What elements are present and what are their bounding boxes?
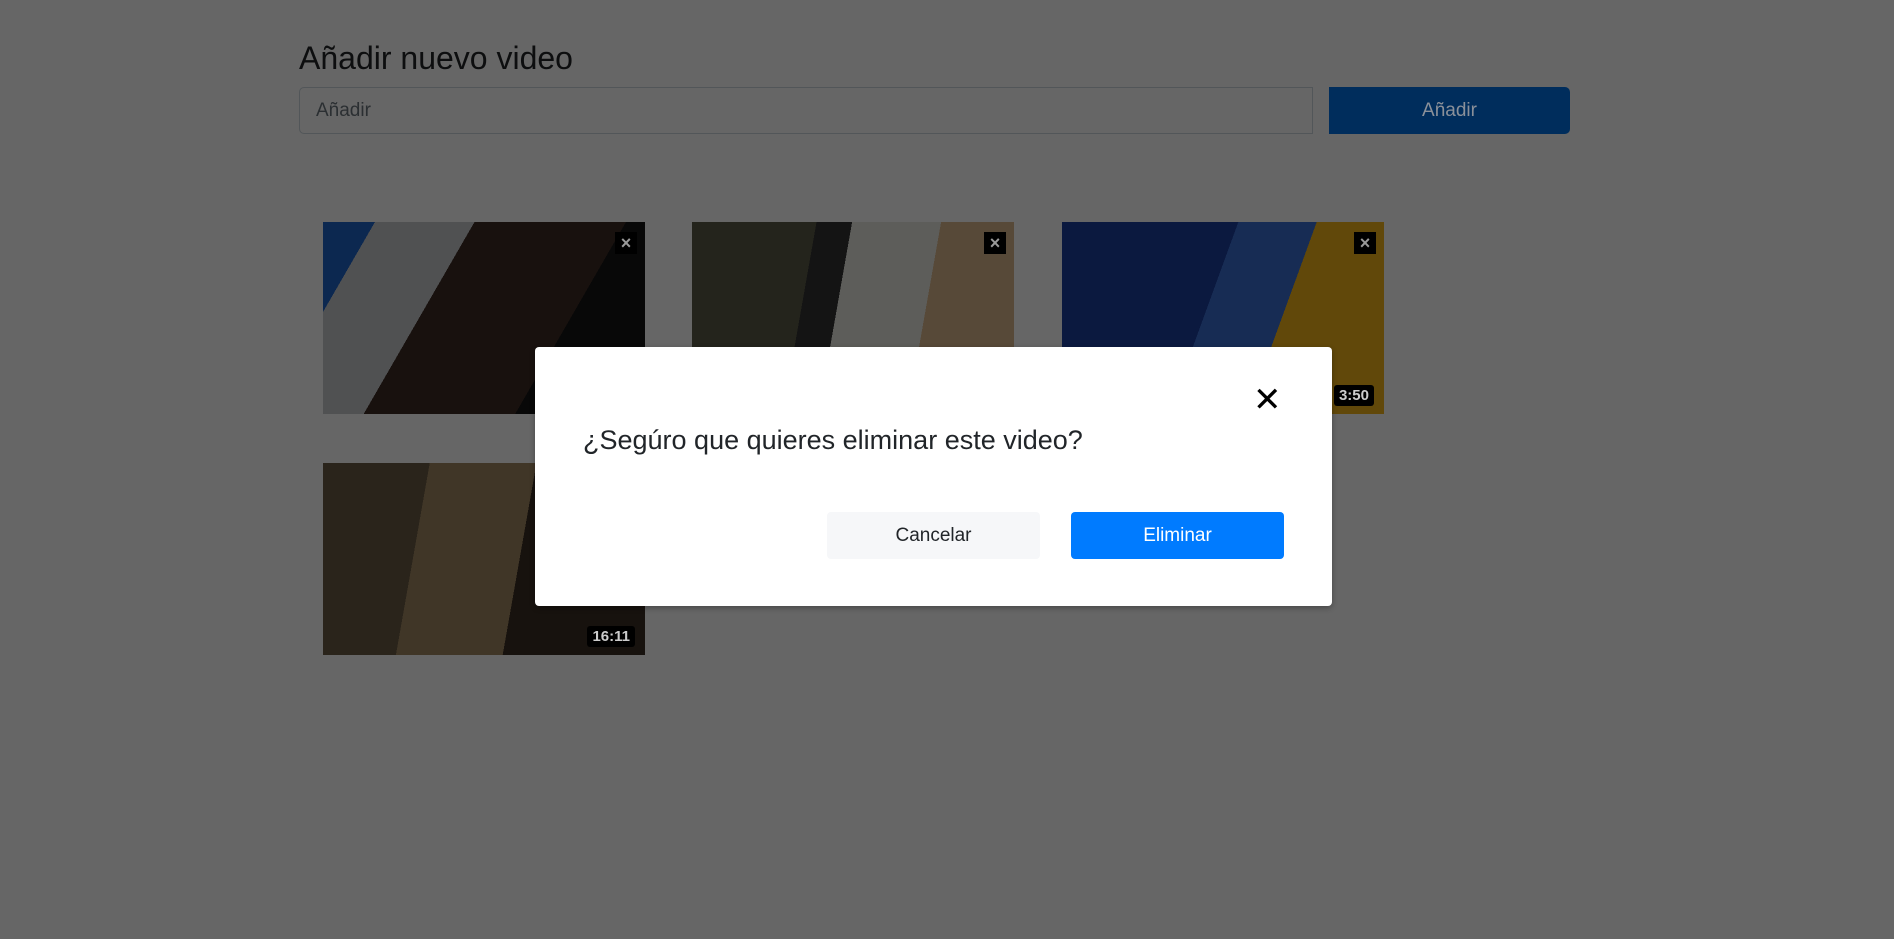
video-duration: 3:50 [1333,385,1374,406]
remove-video-icon[interactable]: × [1354,232,1376,254]
remove-video-icon[interactable]: × [984,232,1006,254]
remove-video-icon[interactable]: × [615,232,637,254]
close-icon[interactable]: ✕ [1253,383,1282,417]
delete-confirm-modal: ✕ ¿Segúro que quieres eliminar este vide… [535,347,1332,606]
video-url-input[interactable]: Añadir [299,87,1313,134]
cancel-button[interactable]: Cancelar [827,512,1040,559]
add-video-button[interactable]: Añadir [1329,87,1570,134]
modal-message: ¿Segúro que quieres eliminar este video? [583,425,1083,455]
video-duration: 16:11 [587,626,635,647]
delete-button[interactable]: Eliminar [1071,512,1284,559]
page-title: Añadir nuevo video [299,40,573,76]
